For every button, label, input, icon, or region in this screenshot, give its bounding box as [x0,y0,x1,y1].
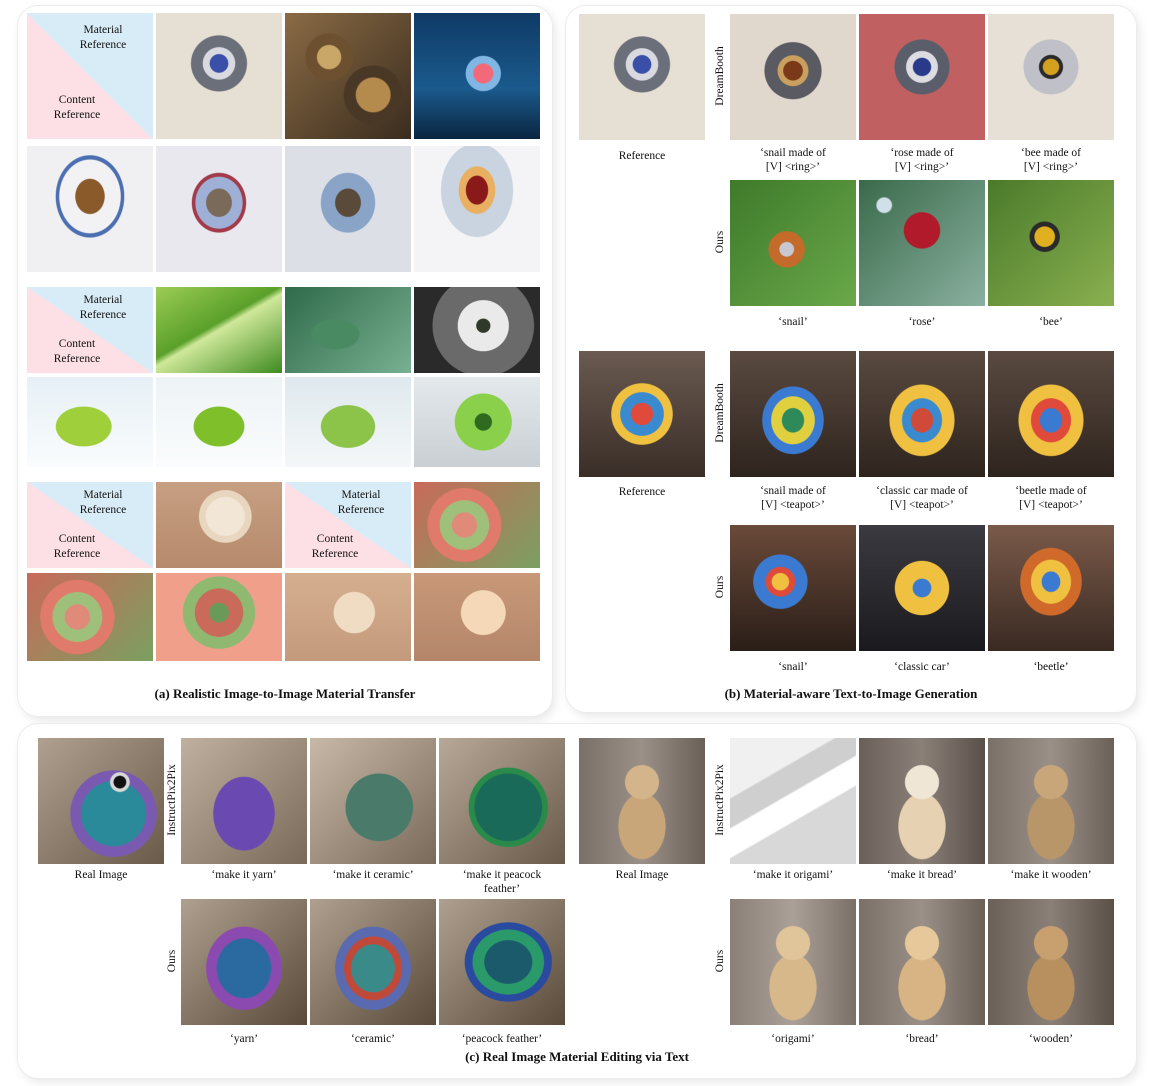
prompt-label: ‘snail made of [V] <ring>’ [760,147,826,173]
teacup-ring-1 [156,146,282,272]
dandelion-photo [414,287,540,373]
teacup-photo [27,146,153,272]
bear-wooden-ours [988,899,1114,1025]
real-image-label: Real Image [615,869,669,881]
leaf-photo [156,287,282,373]
bear-origami-ip2p [730,738,856,864]
succulent-photo [414,482,540,568]
material-reference-label: Material Reference [79,24,127,51]
bear-photo [579,738,705,864]
prompt-label: ‘wooden’ [1028,1033,1074,1045]
teapot-photo [579,351,705,477]
ours-label: Ours [714,575,726,599]
prompt-label: ‘rose’ [908,316,936,328]
ring-bee-db [988,14,1114,140]
bird-peacock-ip2p [439,738,565,864]
reference-legend: Material Reference Content Reference [27,287,153,373]
dreambooth-label: DreamBooth [714,383,726,443]
bird-ceramic-ours [310,899,436,1025]
succulent-photo [27,573,153,661]
beetle-teapot-db [988,351,1114,477]
prompt-label: ‘beetle’ [1033,661,1069,673]
prompt-label: ‘bread’ [905,1033,939,1045]
prompt-label: ‘make it yarn’ [211,869,277,881]
reference-label: Reference [618,486,666,498]
prompt-label: ‘classic car’ [894,661,950,673]
ring-rose-db [859,14,985,140]
gears-photo [285,13,411,139]
panel-c-caption: (c) Real Image Material Editing via Text [465,1049,689,1064]
lizard-photo [285,287,411,373]
snail-teapot-db [730,351,856,477]
reference-legend: Material Reference Content Reference [285,482,411,568]
prompt-label: ‘bee made of [V] <ring>’ [1020,147,1082,173]
ring-photo [156,13,282,139]
beetle-teapot-ours [988,525,1114,651]
instructpix2pix-label: InstructPix2Pix [714,764,726,836]
prompt-label: ‘snail’ [778,661,808,673]
prompt-label: ‘make it peacock feather’ [462,869,542,895]
real-image-label: Real Image [74,869,128,881]
prompt-label: ‘make it bread’ [886,869,958,881]
bird-yarn-ours [181,899,307,1025]
apple-dandelion [414,377,540,467]
bird-ceramic-ip2p [310,738,436,864]
rose-succulent-1 [285,573,411,661]
bird-peacock-ours [439,899,565,1025]
prompt-label: ‘make it wooden’ [1010,869,1092,881]
ring-photo [579,14,705,140]
apple-leaf [156,377,282,467]
material-reference-label: Material Reference [79,294,127,321]
bear-wooden-ip2p [988,738,1114,864]
car-teapot-db [859,351,985,477]
rose-ring-ours [859,180,985,306]
rose-succulent-2 [414,573,540,661]
ours-label: Ours [714,949,726,973]
material-reference-label: Material Reference [337,489,385,516]
prompt-label: ‘origami’ [771,1033,815,1045]
panel-a-caption: (a) Realistic Image-to-Image Material Tr… [154,686,416,701]
bee-ring-ours [988,180,1114,306]
prompt-label: ‘bee’ [1039,316,1063,328]
panel-b-caption: (b) Material-aware Text-to-Image Generat… [724,686,978,701]
ring-snail-db [730,14,856,140]
apple-lizard [285,377,411,467]
prompt-label: ‘make it origami’ [752,869,834,881]
instructpix2pix-label: InstructPix2Pix [166,764,178,836]
crystal-photo [414,13,540,139]
prompt-label: ‘make it ceramic’ [332,869,414,881]
reference-legend: Material Reference Content Reference [27,13,153,139]
reference-legend: Material Reference Content Reference [27,482,153,568]
prompt-label: ‘peacock feather’ [461,1033,543,1045]
prompt-label: ‘snail’ [778,316,808,328]
bird-yarn-ip2p [181,738,307,864]
teacup-crystal-1 [414,146,540,272]
rose-photo [156,482,282,568]
prompt-label: ‘ceramic’ [350,1033,396,1045]
bear-bread-ours [859,899,985,1025]
content-reference-label: Content Reference [53,94,101,121]
ours-label: Ours [166,949,178,973]
prompt-label: ‘beetle made of [V] <teapot>’ [1015,485,1087,511]
teacup-gear-1 [285,146,411,272]
apple-photo [27,377,153,467]
bear-origami-ours [730,899,856,1025]
snail-teapot-ours [730,525,856,651]
prompt-label: ‘yarn’ [229,1033,259,1045]
ours-label: Ours [714,230,726,254]
content-reference-label: Content Reference [53,338,101,365]
prompt-label: ‘snail made of [V] <teapot>’ [760,485,826,511]
content-reference-label: Content Reference [311,533,359,560]
prompt-label: ‘rose made of [V] <ring>’ [890,147,954,173]
car-teapot-ours [859,525,985,651]
succulent-rose [156,573,282,661]
bear-bread-ip2p [859,738,985,864]
prompt-label: ‘classic car made of [V] <teapot>’ [876,485,968,511]
reference-label: Reference [618,150,666,162]
material-reference-label: Material Reference [79,489,127,516]
content-reference-label: Content Reference [53,533,101,560]
bird-photo [38,738,164,864]
dreambooth-label: DreamBooth [714,46,726,106]
snail-ring-ours [730,180,856,306]
